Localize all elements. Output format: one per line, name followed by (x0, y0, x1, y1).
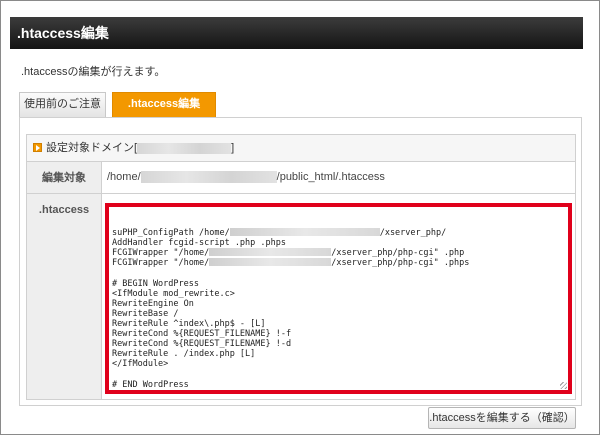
editor-line-text: # END WordPress (112, 379, 189, 390)
page-description: .htaccessの編集が行えます。 (21, 66, 166, 78)
editor-line: # BEGIN WordPress (112, 279, 565, 289)
tab-htaccess-edit[interactable]: .htaccess編集 (112, 92, 216, 118)
tab-precautions[interactable]: 使用前のご注意 (19, 92, 106, 117)
editor-line: RewriteCond %{REQUEST_FILENAME} !-d (112, 339, 565, 349)
editor-line: FCGIWrapper "/home/ /xserver_php/php-cgi"… (112, 258, 565, 268)
editor-line-text: RewriteCond %{REQUEST_FILENAME} !-d (112, 339, 292, 350)
redacted-domain (137, 142, 232, 154)
editor-line-text: RewriteBase / (112, 308, 179, 319)
redacted-account (140, 171, 277, 184)
target-file-row: 編集対象 /home/ /public_html/.htaccess (26, 161, 576, 194)
editor-line: RewriteCond %{REQUEST_FILENAME} !-f (112, 329, 565, 339)
path-suffix: /public_html/.htaccess (276, 171, 385, 183)
arrow-bullet-icon (33, 143, 42, 152)
editor-line-text: # BEGIN WordPress (112, 278, 199, 289)
redacted-text (209, 258, 332, 267)
editor-line-text: suPHP_ConfigPath /home/ (112, 228, 230, 239)
target-path: /home/ /public_html/.htaccess (107, 162, 385, 193)
target-label: 編集対象 (27, 162, 102, 193)
editor-line: RewriteRule . /index.php [L] (112, 349, 565, 359)
editor-line-text: AddHandler fcgid-script .php .phps (112, 238, 286, 249)
editor-line-text: FCGIWrapper "/home/ (112, 258, 210, 269)
editor-line-text: FCGIWrapper "/home/ (112, 248, 210, 259)
editor-line-text: /xserver_php/php-cgi" .phps (331, 258, 470, 269)
htaccess-textarea[interactable]: suPHP_ConfigPath /home/ /xserver_php/AddH… (105, 203, 572, 394)
editor-line: RewriteBase / (112, 309, 565, 319)
page-title: .htaccess編集 (10, 17, 583, 49)
resize-handle-icon[interactable] (560, 382, 567, 389)
path-prefix: /home/ (107, 171, 141, 183)
editor-line-text: RewriteCond %{REQUEST_FILENAME} !-f (112, 329, 292, 340)
editor-line-text: /xserver_php/ (379, 228, 447, 239)
htaccess-label: .htaccess (27, 194, 102, 399)
domain-label-prefix: 設定対象ドメイン[ (46, 142, 138, 154)
editor-line: FCGIWrapper "/home/ /xserver_php/php-cgi"… (112, 248, 565, 258)
editor-line-text: RewriteEngine On (112, 298, 194, 309)
target-domain-row: 設定対象ドメイン[] (26, 134, 576, 161)
confirm-edit-button[interactable]: .htaccessを編集する（確認） (428, 407, 576, 429)
domain-label-suffix: ] (231, 142, 235, 154)
editor-line: RewriteEngine On (112, 299, 565, 309)
editor-line: <IfModule mod_rewrite.c> (112, 289, 565, 299)
editor-line-text: <IfModule mod_rewrite.c> (112, 288, 235, 299)
editor-line-text: /xserver_php/php-cgi" .php (331, 248, 465, 259)
editor-line: RewriteRule ^index\.php$ - [L] (112, 319, 565, 329)
editor-line-text: RewriteRule . /index.php [L] (112, 349, 256, 360)
editor-line: </IfModule> (112, 359, 565, 369)
htaccess-row: .htaccess suPHP_ConfigPath /home/ /xserve… (26, 193, 576, 400)
editor-line: AddHandler fcgid-script .php .phps (112, 238, 565, 248)
editor-line-text: RewriteRule ^index\.php$ - [L] (112, 319, 266, 330)
editor-line: # END WordPress (112, 380, 565, 390)
redacted-text (209, 248, 332, 257)
redacted-text (229, 228, 380, 237)
editor-line-text: </IfModule> (112, 359, 169, 370)
editor-line: suPHP_ConfigPath /home/ /xserver_php/ (112, 228, 565, 238)
window-frame: .htaccess編集 .htaccessの編集が行えます。 使用前のご注意 .… (0, 0, 600, 435)
